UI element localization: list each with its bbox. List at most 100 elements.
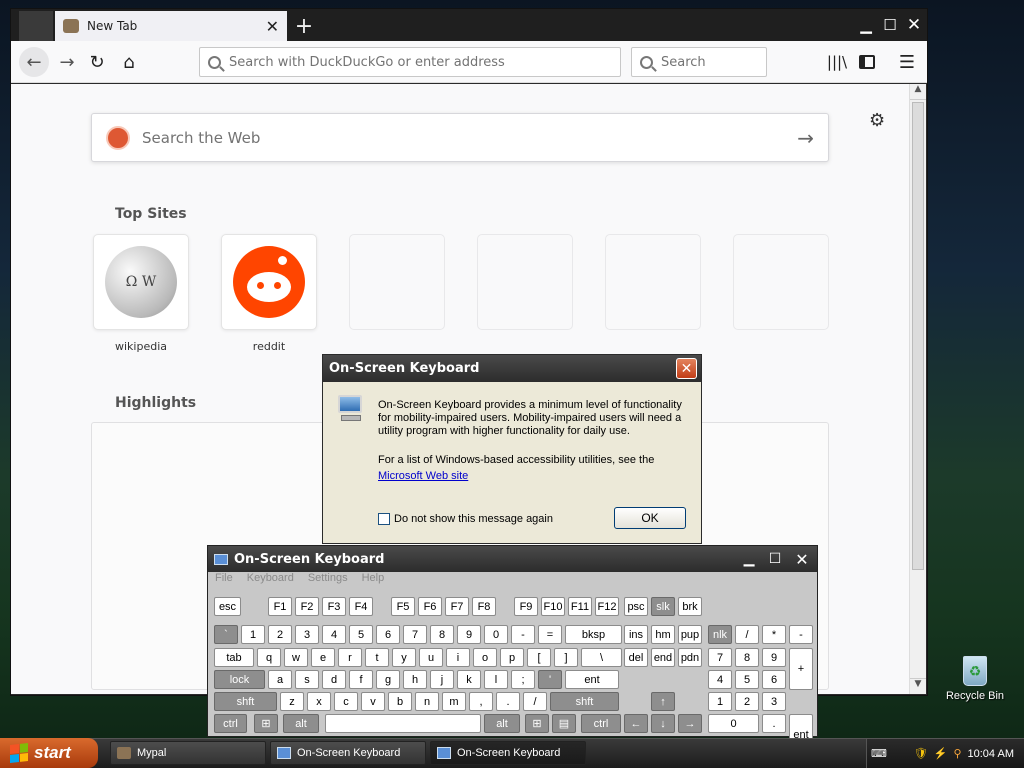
osk-key-9[interactable]: 9	[457, 625, 481, 644]
osk-key-2[interactable]: 2	[268, 625, 292, 644]
osk-key-k[interactable]: k	[457, 670, 481, 689]
osk-key-u59[interactable]: ;	[511, 670, 535, 689]
osk-key-F7[interactable]: F7	[445, 597, 469, 616]
osk-key-ent[interactable]: ent	[565, 670, 619, 689]
osk-close-button[interactable]: ✕	[791, 550, 813, 569]
new-tab-button[interactable]: +	[289, 13, 319, 39]
dialog-title-bar[interactable]: On-Screen Keyboard ✕	[323, 355, 701, 382]
osk-key-m[interactable]: m	[442, 692, 466, 711]
osk-key-x[interactable]: x	[307, 692, 331, 711]
osk-key-F10[interactable]: F10	[541, 597, 565, 616]
menu-help[interactable]: Help	[362, 572, 385, 590]
osk-key-u8593[interactable]: ↑	[651, 692, 675, 711]
osk-key-b[interactable]: b	[388, 692, 412, 711]
osk-key-h[interactable]: h	[403, 670, 427, 689]
osk-key-del[interactable]: del	[624, 648, 648, 667]
osk-key-F5[interactable]: F5	[391, 597, 415, 616]
menu-button[interactable]: ☰	[893, 49, 921, 75]
library-button[interactable]: |||\	[823, 49, 851, 75]
osk-key-slk[interactable]: slk	[651, 597, 675, 616]
osk-key-g[interactable]: g	[376, 670, 400, 689]
back-button[interactable]: ←	[19, 47, 49, 77]
osk-key-brk[interactable]: brk	[678, 597, 702, 616]
maximize-button[interactable]: ☐	[879, 14, 901, 36]
close-window-button[interactable]: ✕	[903, 14, 925, 36]
network-icon[interactable]: ⚡	[934, 747, 948, 760]
osk-key-0[interactable]: 0	[484, 625, 508, 644]
security-shield-icon[interactable]: 🛡	[914, 747, 928, 760]
osk-key-pdn[interactable]: pdn	[678, 648, 702, 667]
osk-key-7[interactable]: 7	[708, 648, 732, 667]
osk-key-pup[interactable]: pup	[678, 625, 702, 644]
osk-key-8[interactable]: 8	[430, 625, 454, 644]
osk-key-F6[interactable]: F6	[418, 597, 442, 616]
osk-key-alt[interactable]: alt	[283, 714, 319, 733]
osk-key-6[interactable]: 6	[762, 670, 786, 689]
osk-key-0[interactable]: 0	[708, 714, 759, 733]
osk-key-r[interactable]: r	[338, 648, 362, 667]
menu-settings[interactable]: Settings	[308, 572, 348, 590]
osk-key-l[interactable]: l	[484, 670, 508, 689]
forward-button[interactable]: →	[53, 49, 81, 75]
osk-key-u61[interactable]: =	[538, 625, 562, 644]
minimize-button[interactable]: ▁	[855, 14, 877, 36]
osk-key-9[interactable]: 9	[762, 648, 786, 667]
osk-maximize-button[interactable]: ☐	[765, 551, 785, 567]
osk-key-e[interactable]: e	[311, 648, 335, 667]
osk-key-F1[interactable]: F1	[268, 597, 292, 616]
osk-key-space[interactable]	[325, 714, 481, 733]
osk-key-F2[interactable]: F2	[295, 597, 319, 616]
osk-key-nlk[interactable]: nlk	[708, 625, 732, 644]
osk-key-u8862[interactable]: ⊞	[254, 714, 278, 733]
top-site-reddit[interactable]: reddit	[221, 234, 317, 353]
menu-file[interactable]: File	[215, 572, 233, 590]
osk-key-u46[interactable]: .	[496, 692, 520, 711]
reload-button[interactable]: ↻	[83, 49, 111, 75]
close-tab-icon[interactable]: ✕	[266, 17, 279, 36]
scroll-down-icon[interactable]: ▼	[910, 678, 926, 694]
osk-key-F12[interactable]: F12	[595, 597, 619, 616]
osk-key-p[interactable]: p	[500, 648, 524, 667]
osk-minimize-button[interactable]: ▁	[739, 551, 759, 567]
osk-key-n[interactable]: n	[415, 692, 439, 711]
osk-key-2[interactable]: 2	[735, 692, 759, 711]
osk-key-u46[interactable]: .	[762, 714, 786, 733]
ok-button[interactable]: OK	[614, 507, 686, 529]
scroll-thumb[interactable]	[912, 102, 924, 570]
osk-key-u44[interactable]: ,	[469, 692, 493, 711]
osk-key-shft[interactable]: shft	[214, 692, 277, 711]
osk-key-t[interactable]: t	[365, 648, 389, 667]
osk-key-u8862[interactable]: ⊞	[525, 714, 549, 733]
osk-key-u8592[interactable]: ←	[624, 714, 648, 733]
osk-key-5[interactable]: 5	[735, 670, 759, 689]
osk-key-u45[interactable]: -	[511, 625, 535, 644]
tab-new-tab[interactable]: New Tab ✕	[55, 11, 287, 41]
osk-key-i[interactable]: i	[446, 648, 470, 667]
osk-key-1[interactable]: 1	[241, 625, 265, 644]
osk-key-ctrl[interactable]: ctrl	[214, 714, 247, 733]
osk-key-alt[interactable]: alt	[484, 714, 520, 733]
osk-key-F11[interactable]: F11	[568, 597, 592, 616]
osk-key-ins[interactable]: ins	[624, 625, 648, 644]
osk-key-o[interactable]: o	[473, 648, 497, 667]
osk-key-a[interactable]: a	[268, 670, 292, 689]
osk-key-u96[interactable]: `	[214, 625, 238, 644]
osk-key-u39[interactable]: '	[538, 670, 562, 689]
task-mypal[interactable]: Mypal	[110, 741, 266, 765]
osk-key-u[interactable]: u	[419, 648, 443, 667]
osk-key-end[interactable]: end	[651, 648, 675, 667]
osk-title-bar[interactable]: On-Screen Keyboard ▁ ☐ ✕	[208, 546, 817, 572]
search-tray-icon[interactable]: ⚲	[953, 747, 961, 760]
task-osk[interactable]: On-Screen Keyboard	[430, 741, 586, 765]
osk-key-c[interactable]: c	[334, 692, 358, 711]
top-site-empty[interactable]	[349, 234, 445, 330]
vertical-scrollbar[interactable]: ▲ ▼	[909, 84, 926, 694]
dont-show-checkbox[interactable]: Do not show this message again	[378, 513, 553, 525]
osk-key-4[interactable]: 4	[708, 670, 732, 689]
osk-key-u42[interactable]: *	[762, 625, 786, 644]
osk-key-bksp[interactable]: bksp	[565, 625, 622, 644]
checkbox-box[interactable]	[378, 513, 390, 525]
start-button[interactable]: start	[0, 738, 98, 768]
osk-key-4[interactable]: 4	[322, 625, 346, 644]
osk-key-3[interactable]: 3	[762, 692, 786, 711]
